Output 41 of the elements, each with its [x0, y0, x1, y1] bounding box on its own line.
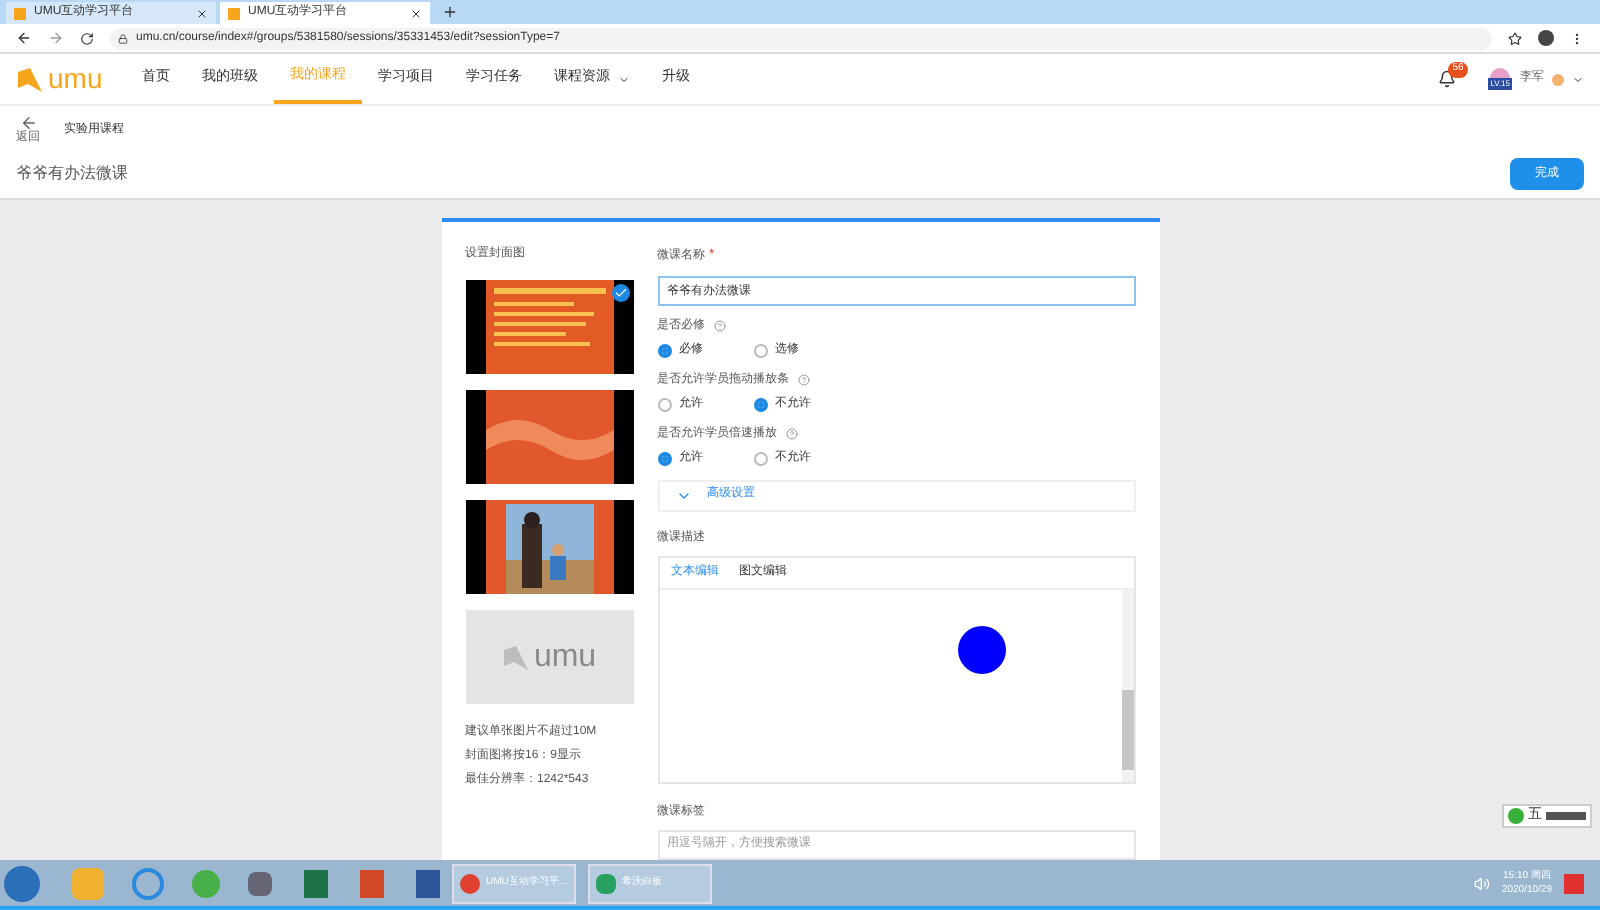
reload-icon[interactable]: [80, 31, 94, 45]
radio-button[interactable]: [753, 397, 767, 412]
radio-button[interactable]: [657, 397, 671, 412]
volume-icon[interactable]: [1473, 875, 1490, 891]
notification-tray-icon[interactable]: [1564, 873, 1584, 893]
logo-icon: [501, 643, 530, 671]
back-icon: [19, 114, 37, 132]
ime-logo-icon[interactable]: [1508, 807, 1524, 824]
app-icon[interactable]: [248, 871, 272, 895]
ime-tools-icon[interactable]: [1546, 811, 1586, 820]
logo-icon: [16, 65, 44, 93]
radio-button[interactable]: [657, 451, 671, 466]
powerpoint-icon[interactable]: [360, 869, 384, 897]
back-icon[interactable]: [16, 30, 32, 46]
radio-button[interactable]: [753, 343, 767, 358]
lock-icon: [118, 33, 128, 43]
radio-button[interactable]: [753, 451, 767, 466]
scrollbar[interactable]: [1121, 589, 1133, 782]
start-button[interactable]: [4, 865, 40, 901]
logo-text: umu: [48, 60, 103, 98]
slide-thumbnail[interactable]: [465, 280, 633, 374]
page-title: 爷爷有办法微课: [16, 162, 128, 186]
word-icon[interactable]: [416, 869, 440, 897]
close-icon[interactable]: [410, 7, 422, 19]
forward-icon[interactable]: [48, 30, 64, 46]
help-icon[interactable]: [785, 428, 797, 441]
menu-icon[interactable]: [1570, 31, 1584, 45]
help-icon[interactable]: [797, 374, 809, 387]
help-icon[interactable]: [713, 320, 725, 333]
logo-text: umu: [533, 637, 597, 677]
bookmark-icon[interactable]: [1508, 31, 1522, 45]
close-icon[interactable]: [196, 7, 208, 19]
caret-icon[interactable]: [1572, 73, 1584, 85]
notification-icon[interactable]: [1438, 70, 1457, 88]
new-tab-icon[interactable]: [442, 4, 458, 20]
avatar-icon[interactable]: [1552, 73, 1564, 85]
pattern-thumbnail[interactable]: [465, 390, 633, 484]
browser-icon[interactable]: [132, 867, 164, 899]
excel-icon[interactable]: [304, 869, 328, 897]
radio-button[interactable]: [657, 343, 671, 358]
profile-icon[interactable]: [1538, 30, 1554, 46]
